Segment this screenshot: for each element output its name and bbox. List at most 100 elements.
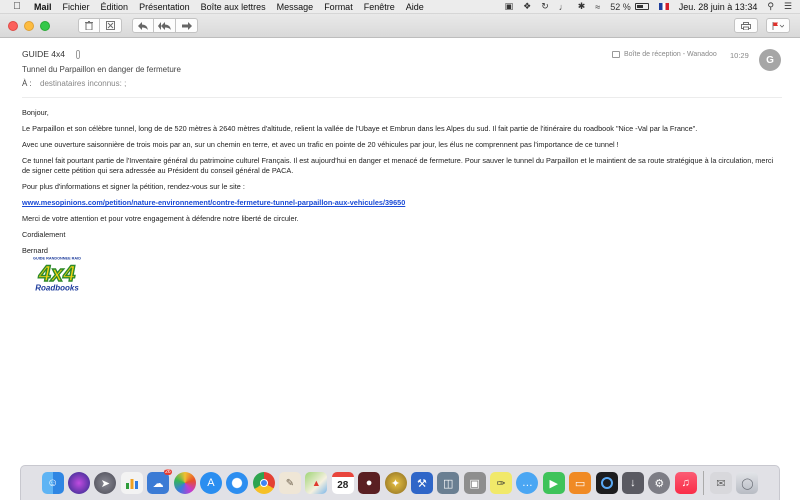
body-paragraph-3: Ce tunnel fait pourtant partie de l'Inve…: [22, 156, 774, 175]
delete-archive-group: [78, 18, 122, 33]
paperclip-icon: [76, 49, 80, 59]
mailbox-indicator: Boîte de réception - Wanadoo: [612, 51, 717, 58]
menu-boite-aux-lettres[interactable]: Boîte aux lettres: [201, 2, 266, 12]
menu-app-name[interactable]: Mail: [34, 2, 52, 12]
appstore-icon[interactable]: A: [199, 472, 222, 494]
notification-center-icon[interactable]: ☰: [784, 1, 792, 12]
logo-main-text: 4x4: [38, 261, 76, 286]
menu-fenetre[interactable]: Fenêtre: [364, 2, 395, 12]
siri-icon[interactable]: [68, 472, 90, 494]
bluetooth-icon[interactable]: ✱: [578, 1, 586, 12]
volume-icon[interactable]: ♩: [559, 2, 568, 12]
status-tray: ▣ ❖ ↻ ♩ ✱ ≈ 52 % Jeu. 28 juin à 13:34 ⚲ …: [495, 1, 800, 12]
maps-icon[interactable]: ▲: [305, 472, 328, 494]
xcode-icon[interactable]: ⚒: [410, 472, 433, 494]
battery-percent[interactable]: 52 %: [610, 2, 631, 12]
menu-presentation[interactable]: Présentation: [139, 2, 190, 12]
virtualbox-icon[interactable]: ◫: [437, 472, 460, 494]
body-greeting: Bonjour,: [22, 108, 49, 117]
mail-folder-icon[interactable]: ✉: [710, 472, 732, 494]
system-prefs-icon[interactable]: ⚙: [648, 472, 671, 494]
menu-format[interactable]: Format: [324, 2, 353, 12]
calendar-icon[interactable]: 28: [331, 472, 354, 494]
dock: ☺ ➤ 26 ☁ A ✎ ▲ 28 ● ✦ ⚒ ◫ ▣ ✑ … ▶ ▭ ↓ ⚙ ♫…: [20, 465, 780, 500]
body-paragraph-5: Merci de votre attention et pour votre e…: [22, 214, 299, 224]
numbers-icon[interactable]: [120, 472, 143, 494]
mailbox-name: Boîte de réception - Wanadoo: [624, 51, 717, 58]
inbox-icon: [612, 51, 620, 58]
script-editor-icon[interactable]: ✑: [490, 472, 512, 494]
forward-icon: [181, 21, 192, 30]
window-toolbar: [0, 14, 800, 38]
downloads-icon[interactable]: ↓: [621, 472, 644, 494]
image-capture-icon[interactable]: ▣: [463, 472, 486, 494]
menu-fichier[interactable]: Fichier: [63, 2, 90, 12]
guide-4x4-logo: GUIDE RANDONNEE RAID 4x4 Roadbooks: [22, 254, 92, 295]
finder-icon[interactable]: ☺: [41, 472, 64, 494]
trash-icon: [85, 21, 93, 30]
input-source-flag-icon[interactable]: [658, 3, 669, 10]
junk-button[interactable]: [100, 18, 122, 33]
music-icon[interactable]: ♫: [674, 472, 697, 494]
message-body: Bonjour, Le Parpaillon et son célèbre tu…: [22, 108, 782, 298]
petition-link[interactable]: www.mesopinions.com/petition/nature-envi…: [22, 198, 405, 207]
dock-badge: 26: [163, 469, 173, 475]
photo-booth-icon[interactable]: ●: [358, 472, 381, 494]
wifi-icon[interactable]: ≈: [595, 2, 600, 12]
preview-icon[interactable]: 26 ☁: [147, 469, 173, 494]
flag-icon: [772, 21, 784, 30]
chrome-icon[interactable]: [252, 472, 275, 494]
dropbox-icon[interactable]: ❖: [523, 1, 531, 12]
apple-icon[interactable]: : [10, 1, 24, 12]
menu-edition[interactable]: Édition: [101, 2, 129, 12]
message-time: 10:29: [730, 51, 749, 60]
logo-bottom-text: Roadbooks: [35, 283, 79, 292]
flag-button[interactable]: [766, 18, 790, 33]
launchpad-icon[interactable]: ➤: [94, 472, 117, 494]
reply-button[interactable]: [132, 18, 154, 33]
trash-icon[interactable]: ◯: [736, 472, 759, 494]
safari-icon[interactable]: [226, 472, 249, 494]
battery-icon[interactable]: [634, 3, 649, 10]
quicktime-icon[interactable]: [595, 472, 618, 494]
calendar-day: 28: [337, 480, 349, 491]
compass-icon[interactable]: ✦: [384, 472, 407, 494]
menu-bar:  Mail Fichier Édition Présentation Boît…: [0, 0, 800, 14]
sender-avatar: G: [759, 49, 781, 71]
message-sender-line: GUIDE 4x4: [22, 49, 81, 59]
body-paragraph-1: Le Parpaillon et son célèbre tunnel, lon…: [22, 124, 698, 134]
zoom-window-button[interactable]: [40, 20, 50, 31]
menu-clock[interactable]: Jeu. 28 juin à 13:34: [679, 2, 758, 12]
junk-icon: [106, 21, 115, 30]
reply-icon: [138, 21, 148, 30]
photos-icon[interactable]: [173, 472, 196, 494]
print-button[interactable]: [734, 18, 758, 33]
time-machine-icon[interactable]: ↻: [541, 1, 549, 12]
logo-top-text: GUIDE RANDONNEE RAID: [33, 256, 81, 260]
books-icon[interactable]: ▭: [569, 472, 592, 494]
screen-mirror-icon[interactable]: ▣: [505, 1, 514, 12]
reply-all-button[interactable]: [154, 18, 176, 33]
gimp-icon[interactable]: ✎: [279, 472, 301, 494]
forward-button[interactable]: [176, 18, 198, 33]
body-signature: Bernard: [22, 246, 48, 256]
message-subject: Tunnel du Parpaillon en danger de fermet…: [22, 65, 181, 74]
messages-icon[interactable]: …: [516, 472, 539, 494]
message-sender[interactable]: GUIDE 4x4: [22, 49, 65, 59]
message-view: GUIDE 4x4 Tunnel du Parpaillon en danger…: [0, 38, 800, 465]
window-controls: [8, 20, 56, 31]
facetime-icon[interactable]: ▶: [542, 472, 565, 494]
to-label: À :: [22, 79, 32, 88]
printer-icon: [741, 21, 751, 30]
menu-message[interactable]: Message: [277, 2, 314, 12]
dock-separator: [702, 471, 704, 495]
spotlight-icon[interactable]: ⚲: [767, 1, 774, 12]
close-window-button[interactable]: [8, 20, 18, 31]
message-recipients: À : destinataires inconnus: ;: [22, 79, 126, 88]
menu-aide[interactable]: Aide: [406, 2, 424, 12]
toolbar-right: [734, 18, 790, 33]
minimize-window-button[interactable]: [24, 20, 34, 31]
reply-all-icon: [158, 21, 171, 30]
body-paragraph-2: Avec une ouverture saisonnière de trois …: [22, 140, 619, 150]
delete-button[interactable]: [78, 18, 100, 33]
